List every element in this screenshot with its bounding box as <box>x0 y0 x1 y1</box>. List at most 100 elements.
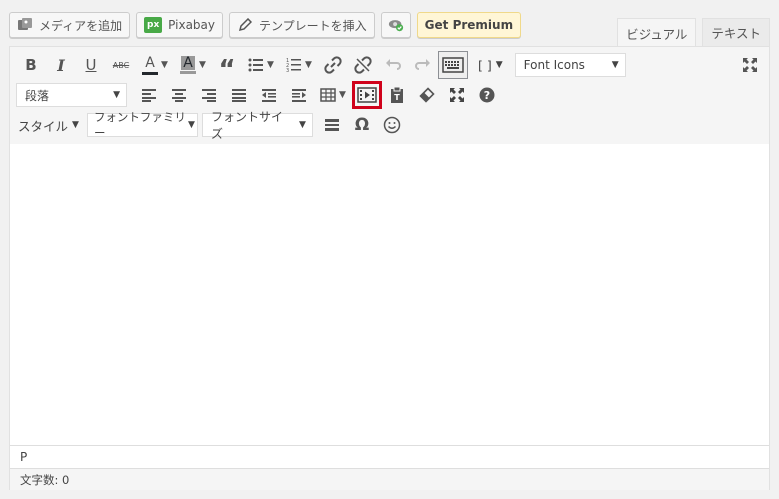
blockquote-button[interactable]: “ <box>212 51 242 83</box>
help-button[interactable]: ? <box>472 81 502 109</box>
word-count: 文字数: 0 <box>20 472 70 487</box>
pixabay-button[interactable]: px Pixabay <box>136 12 224 38</box>
element-path-p[interactable]: P <box>20 450 27 464</box>
redo-icon <box>415 58 431 72</box>
svg-text:3: 3 <box>286 68 289 72</box>
svg-text:T: T <box>394 93 400 102</box>
clipboard-icon: T <box>389 86 405 104</box>
get-premium-label: Get Premium <box>424 18 514 32</box>
indent-button[interactable] <box>284 81 314 109</box>
editor-toolbar: B I U ABC A ▼ A ▼ “ ▼ 1 2 3 ▼ [] ▼ Font… <box>10 47 769 145</box>
add-media-button[interactable]: メディアを追加 <box>9 12 131 38</box>
chevron-down-icon: ▼ <box>188 120 195 130</box>
tab-text[interactable]: テキスト <box>702 18 770 46</box>
expand-icon <box>449 87 465 103</box>
align-right-button[interactable] <box>194 81 224 109</box>
bold-button[interactable]: B <box>16 51 46 79</box>
template-insert-label: テンプレートを挿入 <box>259 18 367 33</box>
align-center-button[interactable] <box>164 81 194 109</box>
font-icons-select[interactable]: Font Icons ▼ <box>514 53 626 77</box>
keyboard-icon <box>442 57 464 73</box>
table-button[interactable]: ▼ <box>314 81 352 109</box>
editor-content-area[interactable] <box>10 144 769 444</box>
clear-formatting-button[interactable] <box>412 81 442 109</box>
underline-button[interactable]: U <box>76 51 106 79</box>
text-color-letter: A <box>145 54 155 71</box>
shortcode-dropdown[interactable]: [ ] ▼ <box>472 51 509 79</box>
toolbar-row-1: B I U ABC A ▼ A ▼ “ ▼ 1 2 3 ▼ [] ▼ Font… <box>16 51 626 83</box>
text-color-button[interactable]: A ▼ <box>136 51 174 79</box>
font-family-label: フォントファミリー <box>93 110 186 140</box>
chevron-down-icon: ▼ <box>305 60 312 70</box>
special-character-button[interactable]: Ω <box>347 111 377 139</box>
align-left-icon <box>141 88 157 102</box>
chevron-down-icon: ▼ <box>267 60 274 70</box>
format-label: 段落 <box>25 88 50 103</box>
format-select[interactable]: 段落 ▼ <box>16 83 127 107</box>
paste-as-text-button[interactable]: T <box>382 81 412 109</box>
undo-button[interactable] <box>378 51 408 79</box>
distraction-free-button[interactable] <box>442 81 472 109</box>
fullscreen-button[interactable] <box>735 51 765 79</box>
font-size-label: フォントサイズ <box>210 110 283 141</box>
horizontal-line-button[interactable] <box>317 111 347 139</box>
pixabay-icon-text: px <box>147 20 160 30</box>
align-center-icon <box>171 88 187 102</box>
redo-button[interactable] <box>408 51 438 79</box>
add-media-label: メディアを追加 <box>39 18 123 33</box>
insert-link-button[interactable] <box>318 51 348 79</box>
media-buttons: メディアを追加 px Pixabay テンプレートを挿入 Get Premium <box>9 12 522 40</box>
plugin-check-button[interactable] <box>380 12 411 38</box>
media-icon <box>17 17 33 33</box>
insert-video-button[interactable] <box>352 81 382 109</box>
eraser-icon <box>419 87 435 103</box>
italic-icon: I <box>57 55 65 75</box>
horizontal-rule-icon <box>324 118 340 132</box>
element-path: P <box>10 445 769 468</box>
word-count-bar: 文字数: 0 <box>10 468 769 490</box>
underline-icon: U <box>85 56 97 74</box>
emoji-button[interactable] <box>377 111 407 139</box>
undo-icon <box>385 58 401 72</box>
outdent-button[interactable] <box>254 81 284 109</box>
numbered-list-icon: 123 <box>286 58 302 72</box>
numbered-list-button[interactable]: 123 ▼ <box>280 51 318 79</box>
unlink-icon <box>354 56 372 74</box>
bullet-list-button[interactable]: ▼ <box>242 51 280 79</box>
bold-icon: B <box>25 56 37 74</box>
outdent-icon <box>261 88 277 102</box>
styles-label: スタイル <box>18 118 69 134</box>
align-left-button[interactable] <box>134 81 164 109</box>
chevron-down-icon: ▼ <box>495 60 503 70</box>
remove-link-button[interactable] <box>348 51 378 79</box>
bullet-list-icon <box>248 58 264 72</box>
font-size-select[interactable]: フォントサイズ ▼ <box>201 110 313 141</box>
styles-dropdown[interactable]: スタイル ▼ <box>16 111 85 139</box>
editor: B I U ABC A ▼ A ▼ “ ▼ 1 2 3 ▼ [] ▼ Font… <box>9 46 770 490</box>
chevron-down-icon: ▼ <box>161 60 168 70</box>
background-color-icon: A <box>180 56 197 74</box>
justify-icon <box>231 88 247 102</box>
text-color-icon: A <box>142 54 159 75</box>
pencil-icon <box>237 17 253 33</box>
toolbar-toggle-button[interactable] <box>438 51 468 79</box>
toolbar-row-2: 段落 ▼ ▼ T ? <box>16 81 502 109</box>
strikethrough-button[interactable]: ABC <box>106 51 136 79</box>
editor-tabs: ビジュアル テキスト <box>617 18 770 47</box>
pixabay-label: Pixabay <box>168 18 216 32</box>
background-color-button[interactable]: A ▼ <box>174 51 212 79</box>
indent-icon <box>291 88 307 102</box>
smiley-icon <box>383 116 401 134</box>
italic-button[interactable]: I <box>46 51 76 79</box>
template-insert-button[interactable]: テンプレートを挿入 <box>229 12 375 38</box>
link-icon <box>324 56 342 74</box>
get-premium-button[interactable]: Get Premium <box>416 12 522 38</box>
chevron-down-icon: ▼ <box>72 120 79 130</box>
toolbar-row-3: スタイル ▼ フォントファミリー ▼ フォントサイズ ▼ Ω <box>16 110 407 141</box>
font-icons-label: Font Icons <box>523 58 585 72</box>
svg-text:?: ? <box>484 89 490 102</box>
font-family-select[interactable]: フォントファミリー ▼ <box>86 110 198 140</box>
chevron-down-icon: ▼ <box>611 60 619 70</box>
tab-visual[interactable]: ビジュアル <box>617 18 697 47</box>
justify-button[interactable] <box>224 81 254 109</box>
